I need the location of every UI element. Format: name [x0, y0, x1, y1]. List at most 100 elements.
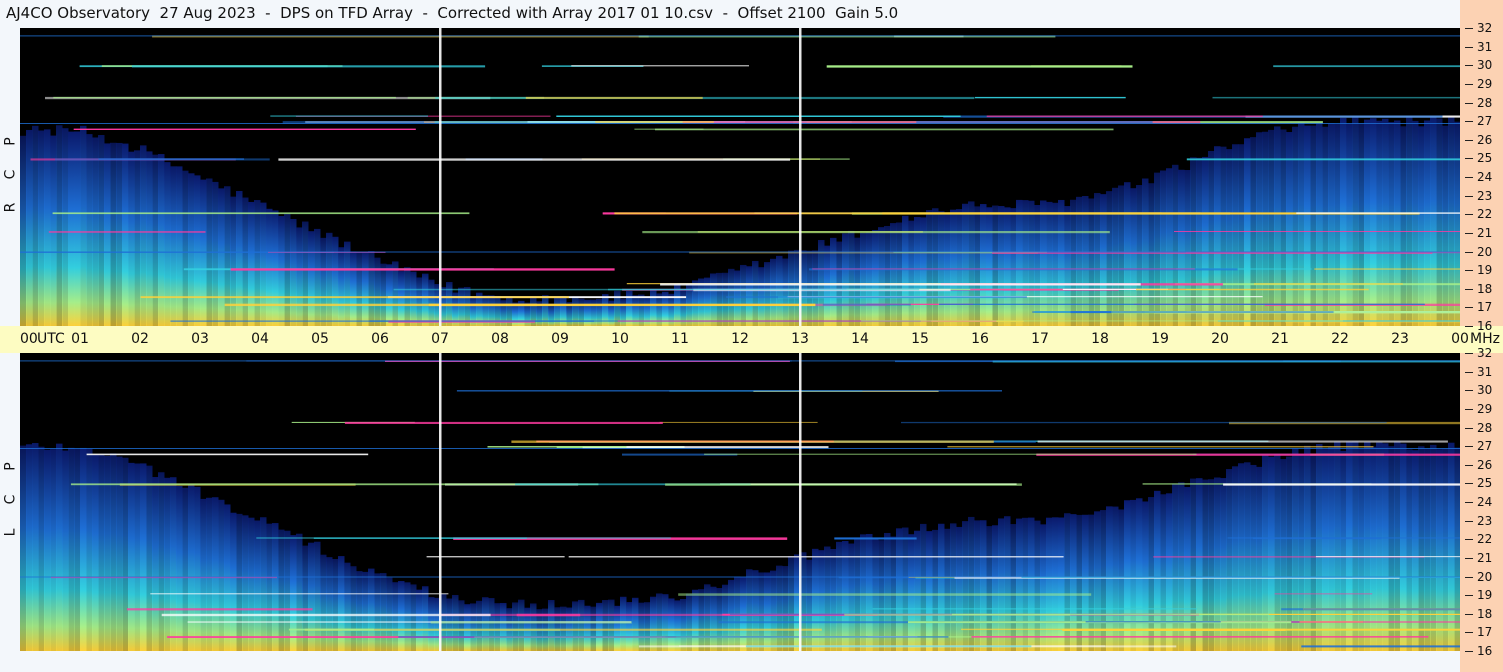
- spectrogram-column: [242, 515, 249, 651]
- spectrogram-column: [362, 571, 369, 651]
- spectrogram-column: [932, 208, 939, 326]
- spectrogram-column: [308, 231, 315, 326]
- interference-line: [704, 453, 1197, 455]
- spectrogram-column: [128, 151, 135, 326]
- spectrogram-column: [740, 264, 747, 326]
- spectrogram-column: [182, 170, 189, 326]
- spectrogram-column: [776, 565, 783, 651]
- frequency-tick-label: 22: [1464, 207, 1493, 222]
- spectrogram-column: [314, 541, 321, 651]
- frequency-tick-label: 21: [1464, 225, 1493, 240]
- spectrogram-column: [914, 530, 921, 651]
- interference-line: [571, 65, 749, 67]
- spectrogram-column: [878, 227, 885, 326]
- spectrogram-column: [1316, 123, 1323, 326]
- spectrogram-column: [596, 298, 603, 326]
- spectrogram-column: [266, 523, 273, 651]
- spectrogram-column: [386, 264, 393, 326]
- spectrogram-column: [488, 598, 495, 651]
- spectrogram-column: [920, 523, 927, 651]
- utc-tick-label: 06: [371, 331, 389, 347]
- interference-line: [660, 283, 1141, 286]
- spectrogram-column: [80, 125, 87, 326]
- interference-line: [1296, 212, 1460, 214]
- spectrogram-column: [164, 477, 171, 651]
- spectrogram-column: [170, 166, 177, 326]
- interference-line: [73, 128, 416, 130]
- spectrogram-column: [212, 497, 219, 651]
- spectrogram-column: [830, 237, 837, 326]
- spectrogram-column: [638, 602, 645, 651]
- interference-line: [1254, 283, 1403, 285]
- spectrogram-column: [1028, 200, 1035, 326]
- spectrogram-column: [1202, 156, 1209, 326]
- spectrogram-column: [164, 162, 171, 326]
- spectrogram-column: [1412, 120, 1419, 326]
- spectrogram-column: [968, 516, 975, 651]
- spectrogram-column: [1370, 446, 1377, 651]
- spectrogram-column: [1178, 169, 1185, 326]
- spectrogram-column: [842, 233, 849, 326]
- spectrogram-column: [1160, 494, 1167, 651]
- spectrogram-column: [1022, 200, 1029, 326]
- interference-line: [525, 96, 703, 99]
- utc-tick-label: 08: [491, 331, 509, 347]
- frequency-tick-label: 23: [1464, 513, 1493, 528]
- spectrogram-column: [680, 599, 687, 651]
- utc-marker-line: [799, 28, 802, 326]
- spectrogram-column: [644, 602, 651, 651]
- interference-line: [1032, 311, 1334, 313]
- spectrogram-column: [710, 273, 717, 326]
- utc-tick-label: 00: [1451, 331, 1469, 347]
- spectrogram-column: [476, 600, 483, 651]
- spectrogram-column: [188, 484, 195, 651]
- spectrogram-column: [302, 545, 309, 651]
- interference-line: [1274, 593, 1373, 595]
- interference-line: [456, 390, 1002, 392]
- frequency-tick-label: 27: [1464, 439, 1493, 454]
- spectrogram-column: [914, 216, 921, 326]
- spectrogram-column: [998, 518, 1005, 651]
- frequency-tick-label: 23: [1464, 188, 1493, 203]
- interference-line: [53, 96, 396, 99]
- spectrogram-column: [182, 487, 189, 651]
- spectrogram-column: [962, 203, 969, 326]
- spectrogram-column: [392, 582, 399, 651]
- spectrogram-column: [146, 465, 153, 651]
- frequency-tick-label: 19: [1464, 588, 1493, 603]
- spectrogram-column: [860, 534, 867, 651]
- carrier-line: [20, 123, 1460, 124]
- spectrogram-column: [260, 517, 267, 651]
- spectrogram-column: [314, 228, 321, 326]
- spectrogram-column: [806, 250, 813, 326]
- utc-tick-label: 23: [1391, 331, 1409, 347]
- spectrogram-column: [1244, 138, 1251, 326]
- spectrogram-column: [734, 576, 741, 651]
- spectrogram-column: [1430, 115, 1437, 326]
- spectrogram-column: [860, 232, 867, 326]
- interference-line: [986, 115, 1263, 118]
- frequency-tick-label: 31: [1464, 39, 1493, 54]
- frequency-tick-label: 18: [1464, 281, 1493, 296]
- spectrogram-column: [974, 520, 981, 651]
- spectrogram-column: [1340, 117, 1347, 326]
- spectrogram-column: [260, 202, 267, 326]
- spectrogram-column: [368, 568, 375, 651]
- spectrogram-column: [1292, 448, 1299, 651]
- spectrogram-column: [1442, 448, 1449, 651]
- interference-line: [256, 537, 671, 539]
- spectrogram-column: [1202, 479, 1209, 651]
- spectrogram-column: [980, 520, 987, 651]
- interference-line: [1315, 556, 1460, 558]
- spectrogram-column: [620, 298, 627, 326]
- spectrogram-column: [1418, 446, 1425, 651]
- spectrogram-column: [1364, 119, 1371, 326]
- spectrogram-column: [1436, 449, 1443, 651]
- spectrogram-column: [668, 598, 675, 651]
- spectrogram-column: [374, 257, 381, 326]
- spectrogram-column: [1382, 443, 1389, 651]
- spectrogram-column: [1352, 116, 1359, 326]
- spectrogram-column: [428, 597, 435, 651]
- frequency-tick-label: 26: [1464, 457, 1493, 472]
- spectrogram-column: [548, 303, 555, 326]
